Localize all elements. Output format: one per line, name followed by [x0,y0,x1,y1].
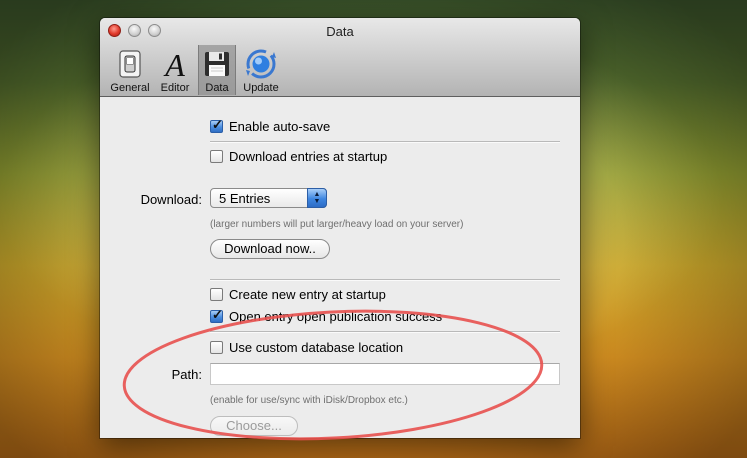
divider [210,331,560,333]
floppy-disk-icon [205,52,229,76]
create-startup-checkbox[interactable] [210,288,223,301]
auto-save-label: Enable auto-save [229,119,331,134]
divider [210,279,560,281]
switch-icon [119,50,141,78]
path-hint: (enable for use/sync with iDisk/Dropbox … [210,395,408,406]
preferences-window: Data General A Editor Data Update ✓ Enab… [100,18,580,438]
download-now-button[interactable]: Download now.. [210,239,330,259]
data-settings-pane: ✓ Enable auto-save Download entries at s… [100,97,580,438]
open-entry-label: Open entry open publication success [229,309,443,324]
auto-save-checkbox[interactable]: ✓ [210,117,223,133]
download-count-select[interactable]: 5 Entries ▲ ▼ [210,188,327,208]
toolbar-general-label: General [110,82,150,94]
choose-button[interactable]: Choose... [210,416,298,436]
custom-db-checkbox[interactable] [210,341,223,354]
titlebar: Data General A Editor Data Update [100,18,580,97]
download-count-value: 5 Entries [219,191,271,206]
download-startup-checkbox[interactable] [210,150,223,163]
toolbar-general[interactable]: General [107,48,153,94]
path-field[interactable] [210,363,560,385]
font-a-icon: A [163,48,185,80]
divider [210,141,560,143]
toolbar-data[interactable]: Data [198,45,236,95]
checkmark-icon: ✓ [212,307,223,322]
toolbar-update[interactable]: Update [240,48,282,94]
sync-globe-icon [246,49,276,79]
toolbar-editor-label: Editor [160,82,190,94]
svg-text:A: A [163,48,185,80]
create-startup-label: Create new entry at startup [229,287,386,302]
custom-db-label: Use custom database location [229,340,404,355]
popup-arrows-icon: ▲ ▼ [307,188,327,208]
open-entry-checkbox[interactable]: ✓ [210,307,223,323]
toolbar-editor[interactable]: A Editor [155,48,195,94]
download-startup-label: Download entries at startup [229,149,388,164]
window-title: Data [326,24,354,39]
download-label: Download: [140,192,202,207]
checkmark-icon: ✓ [212,117,223,132]
path-label: Path: [171,367,202,382]
download-hint: (larger numbers will put larger/heavy lo… [210,219,464,230]
toolbar-update-label: Update [243,82,279,94]
toolbar-data-label: Data [205,82,229,94]
